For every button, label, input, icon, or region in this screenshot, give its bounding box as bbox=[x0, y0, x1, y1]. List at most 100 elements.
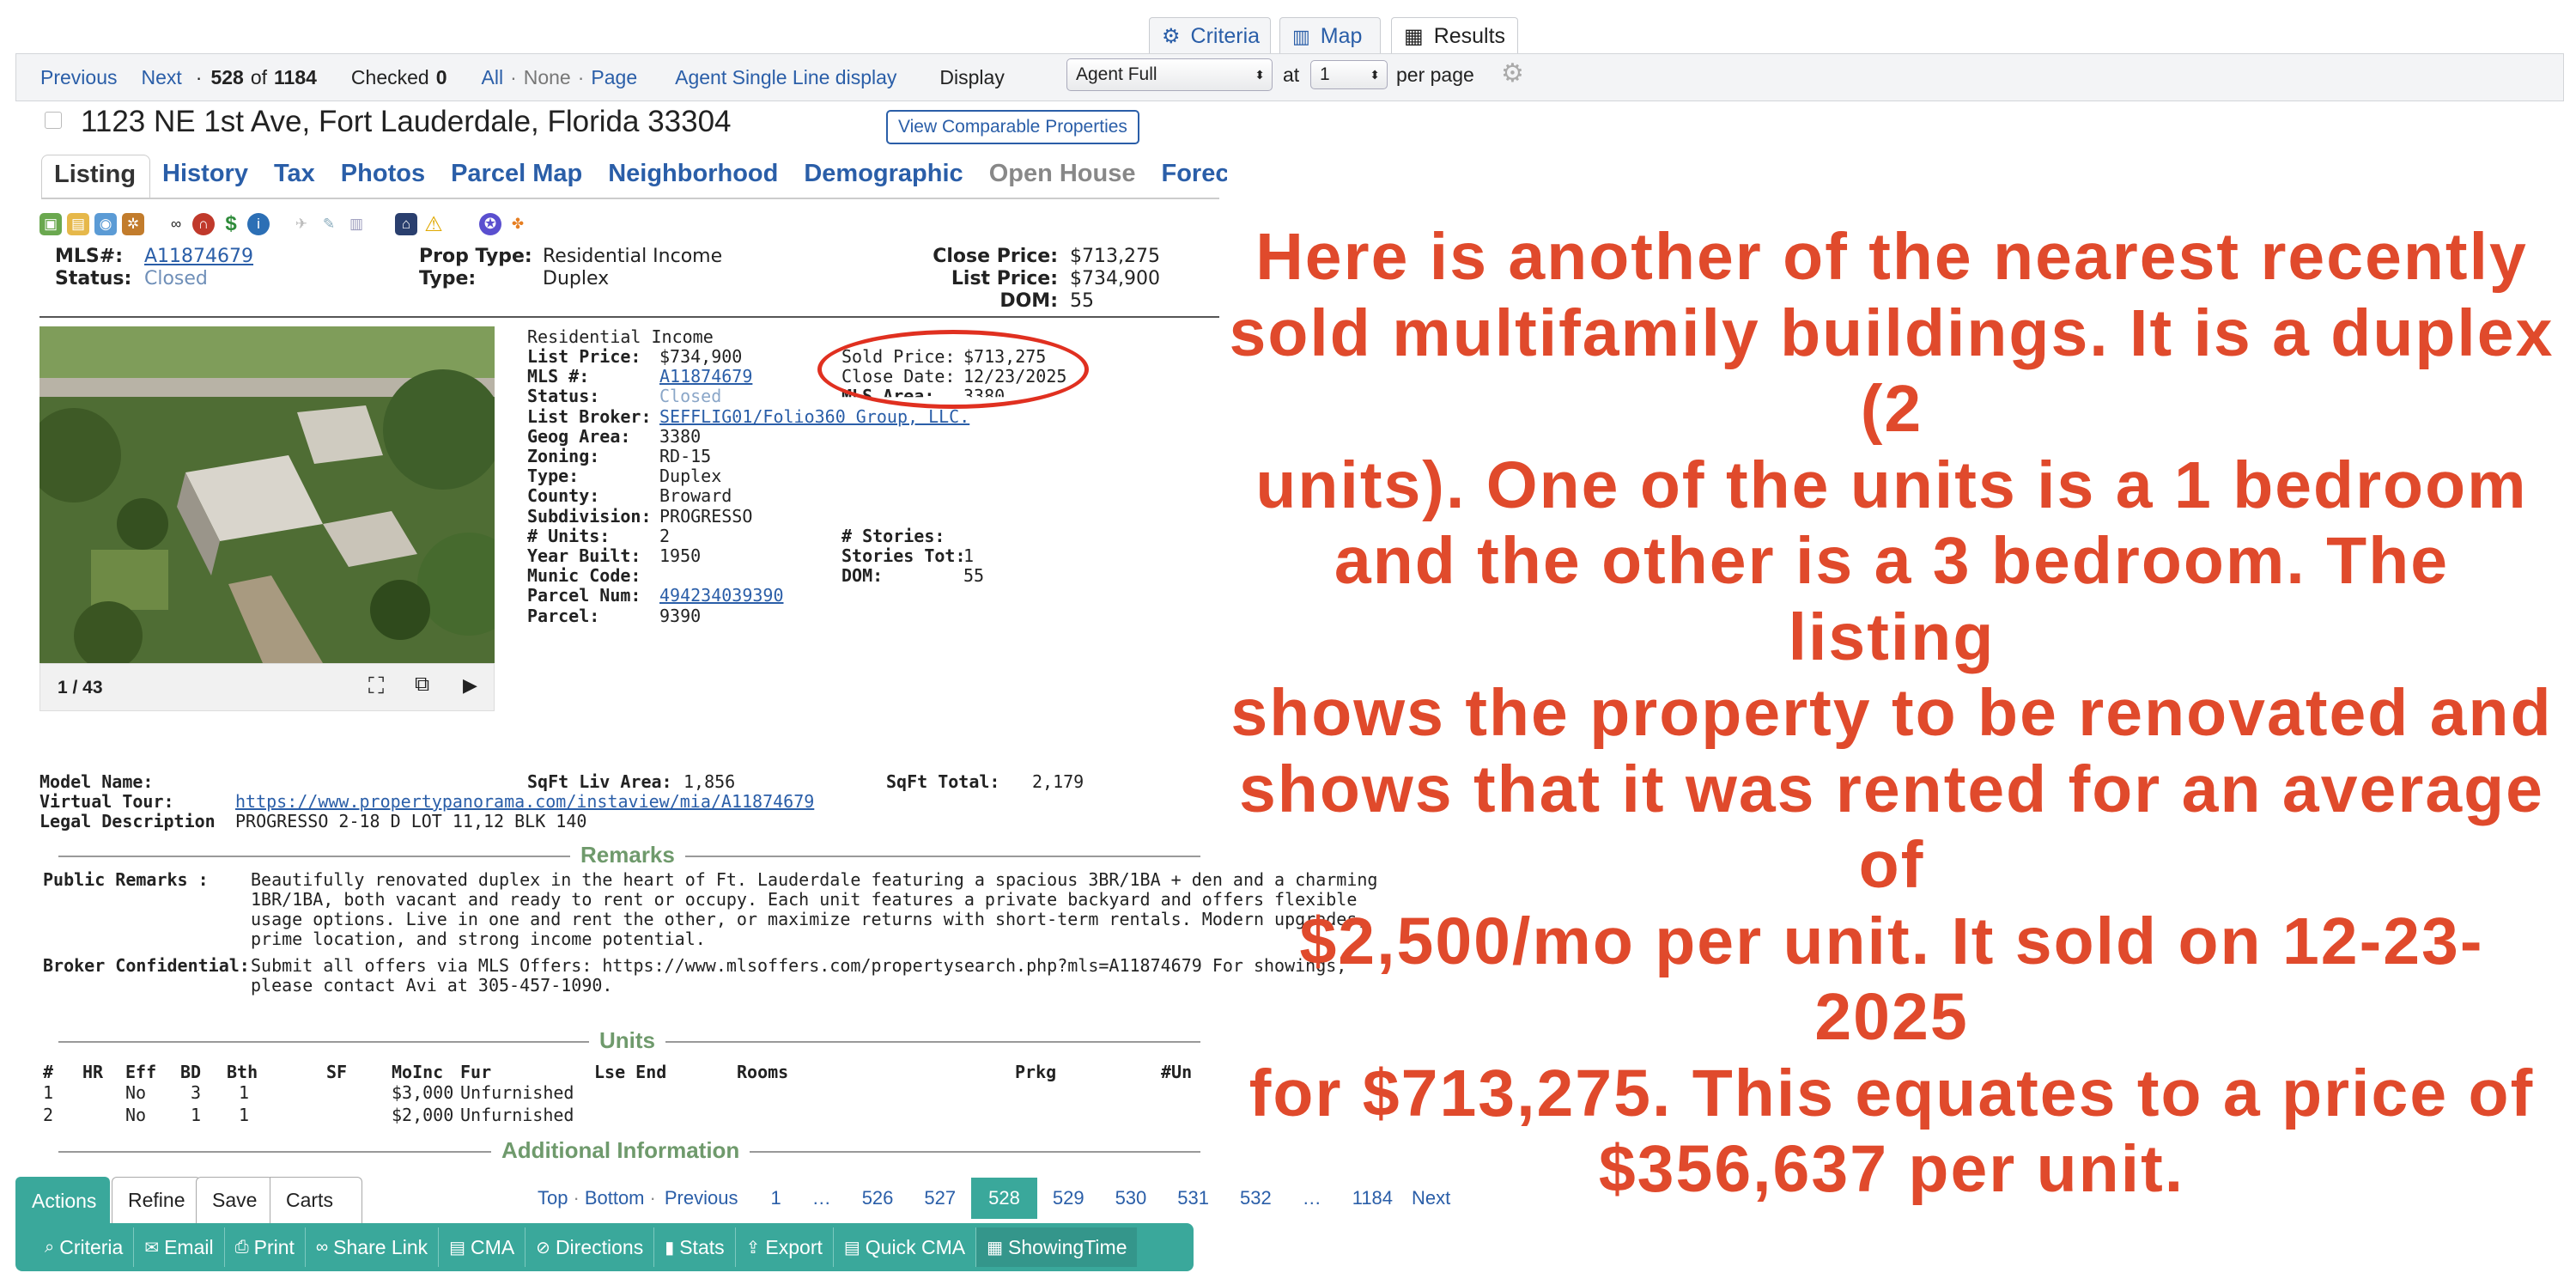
top-link[interactable]: Top bbox=[538, 1187, 568, 1209]
photo-icon[interactable]: ▣ bbox=[39, 213, 62, 235]
detail-value: $734,900 bbox=[659, 346, 743, 367]
mls-number-link[interactable]: A11874679 bbox=[144, 246, 253, 267]
dollar-icon[interactable]: $ bbox=[220, 212, 242, 235]
page-link[interactable]: 530 bbox=[1100, 1187, 1163, 1209]
map-thumbnail-icon[interactable]: ▤ bbox=[67, 213, 89, 235]
pager-next-link[interactable]: Next bbox=[1412, 1187, 1450, 1209]
divider bbox=[39, 316, 1219, 318]
button-label: Email bbox=[164, 1235, 214, 1258]
pagination: Top · Bottom · Previous 1… 526 527 528 529 53… bbox=[532, 1177, 1450, 1220]
info-icon[interactable]: i bbox=[247, 213, 270, 235]
tab-demographic[interactable]: Demographic bbox=[792, 155, 976, 198]
tab-save[interactable]: Save bbox=[196, 1177, 274, 1223]
tab-photos[interactable]: Photos bbox=[329, 155, 439, 198]
tab-neighborhood[interactable]: Neighborhood bbox=[596, 155, 792, 198]
per-page-label: per page bbox=[1396, 64, 1474, 86]
quick-cma-button[interactable]: ▤ Quick CMA bbox=[834, 1227, 977, 1267]
cma-button[interactable]: ▤ CMA bbox=[439, 1227, 526, 1267]
tab-open-house[interactable]: Open House bbox=[977, 155, 1150, 198]
fullscreen-icon[interactable]: ⛶ bbox=[368, 673, 384, 700]
tools-icon[interactable]: ✲ bbox=[122, 213, 144, 235]
tab-history[interactable]: History bbox=[150, 155, 262, 198]
check-page-link[interactable]: Page bbox=[591, 66, 637, 89]
tabs-underline bbox=[41, 198, 1219, 199]
showingtime-button[interactable]: ▦ ShowingTime bbox=[976, 1227, 1138, 1267]
previous-link[interactable]: Previous bbox=[40, 66, 117, 89]
detail-label: Year Built: bbox=[527, 545, 641, 566]
aerial-photo-illustration bbox=[39, 326, 495, 663]
check-none-link[interactable]: None bbox=[524, 66, 571, 89]
detail-link[interactable]: SEFFLIG01/Folio360 Group, LLC. bbox=[659, 406, 969, 427]
mls-label: MLS#: bbox=[55, 246, 123, 267]
per-page-select[interactable]: 1 ⬍ bbox=[1310, 60, 1388, 89]
public-remarks-label: Public Remarks : bbox=[43, 869, 209, 890]
annotation-text: Here is another of the nearest recently s… bbox=[1226, 219, 2557, 1208]
remarks-line: Beautifully renovated duplex in the hear… bbox=[251, 869, 1378, 890]
tab-refine[interactable]: Refine bbox=[112, 1177, 202, 1223]
remarks-line: prime location, and strong income potent… bbox=[251, 929, 706, 949]
gear-icon[interactable]: ⚙ bbox=[1501, 58, 1524, 88]
directions-button[interactable]: ⊘ Directions bbox=[526, 1227, 655, 1267]
tab-results[interactable]: ▦ Results bbox=[1391, 17, 1518, 55]
print-button[interactable]: ⎙ Print bbox=[225, 1227, 306, 1267]
remarks-line: usage options. Live in one and rent the … bbox=[251, 909, 1368, 929]
detail-label: List Broker: bbox=[527, 405, 652, 427]
copy-icon[interactable]: ⧉ bbox=[415, 673, 429, 697]
check-all-link[interactable]: All bbox=[482, 66, 504, 89]
magnet-icon[interactable]: ∩ bbox=[192, 213, 215, 235]
tab-actions[interactable]: Actions bbox=[15, 1177, 110, 1225]
share-link-button[interactable]: ∞ Share Link bbox=[306, 1227, 440, 1267]
school-icon[interactable]: ✪ bbox=[479, 213, 501, 235]
tab-parcel-map[interactable]: Parcel Map bbox=[439, 155, 596, 198]
export-button[interactable]: ⇪ Export bbox=[736, 1227, 834, 1267]
virtual-tour-link[interactable]: https://www.propertypanorama.com/instavi… bbox=[235, 791, 814, 812]
button-label: Directions bbox=[555, 1235, 644, 1258]
detail-label: Parcel Num: bbox=[527, 585, 641, 606]
tab-carts[interactable]: Carts bbox=[270, 1177, 362, 1223]
property-photo[interactable] bbox=[39, 326, 495, 663]
tab-tax[interactable]: Tax bbox=[262, 155, 329, 198]
units-cell: $2,000 bbox=[392, 1105, 454, 1125]
units-heading: Units bbox=[589, 1027, 665, 1054]
view-comparable-button[interactable]: View Comparable Properties bbox=[886, 110, 1139, 144]
puzzle-icon[interactable]: ✤ bbox=[507, 213, 529, 235]
building-icon[interactable]: ▥ bbox=[345, 213, 368, 235]
display-select[interactable]: Agent Full ⬍ bbox=[1066, 58, 1273, 91]
detail-label: Geog Area: bbox=[527, 425, 631, 447]
page-link[interactable]: 526 bbox=[847, 1187, 909, 1209]
select-checkbox[interactable] bbox=[45, 112, 62, 129]
bottom-link[interactable]: Bottom bbox=[585, 1187, 645, 1209]
agent-single-line-link[interactable]: Agent Single Line display bbox=[675, 66, 896, 89]
page-link[interactable]: 527 bbox=[908, 1187, 971, 1209]
pager-previous-link[interactable]: Previous bbox=[665, 1187, 738, 1209]
separator: · bbox=[573, 1187, 580, 1209]
house-icon[interactable]: ⌂ bbox=[395, 213, 417, 235]
page-link[interactable]: 1184 bbox=[1337, 1187, 1408, 1209]
tab-listing[interactable]: Listing bbox=[41, 155, 151, 198]
satellite-icon[interactable]: ✎ bbox=[318, 213, 340, 235]
criteria-button[interactable]: ⌕ Criteria bbox=[34, 1227, 135, 1267]
broker-line: please contact Avi at 305-457-1090. bbox=[251, 975, 613, 996]
page-link[interactable]: 531 bbox=[1162, 1187, 1224, 1209]
detail-label: List Price: bbox=[527, 346, 641, 367]
page-link[interactable]: 1 bbox=[755, 1187, 796, 1209]
tab-map[interactable]: ▥ Map bbox=[1279, 17, 1381, 55]
warning-icon[interactable]: ⚠ bbox=[422, 213, 445, 236]
next-link[interactable]: Next bbox=[141, 66, 181, 89]
page-link[interactable]: 529 bbox=[1037, 1187, 1100, 1209]
units-cell: 1 bbox=[239, 1082, 250, 1103]
page-link[interactable]: 532 bbox=[1224, 1187, 1287, 1209]
separator: · bbox=[510, 65, 517, 88]
property-address: 1123 NE 1st Ave, Fort Lauderdale, Florid… bbox=[81, 105, 732, 138]
detail-link[interactable]: 494234039390 bbox=[659, 585, 784, 606]
globe-icon[interactable]: ◉ bbox=[94, 213, 117, 235]
tab-criteria[interactable]: ⚙ Criteria bbox=[1149, 17, 1271, 55]
plane-icon[interactable]: ✈ bbox=[290, 213, 313, 235]
email-button[interactable]: ✉ Email bbox=[134, 1227, 225, 1267]
glasses-icon[interactable]: ∞ bbox=[165, 213, 187, 235]
tab-foreclosure[interactable]: Foreclo bbox=[1150, 155, 1227, 198]
play-icon[interactable]: ▶ bbox=[463, 674, 477, 697]
detail-value: Duplex bbox=[659, 466, 722, 487]
stats-button[interactable]: ▮ Stats bbox=[654, 1227, 736, 1267]
detail-link[interactable]: A11874679 bbox=[659, 366, 752, 387]
